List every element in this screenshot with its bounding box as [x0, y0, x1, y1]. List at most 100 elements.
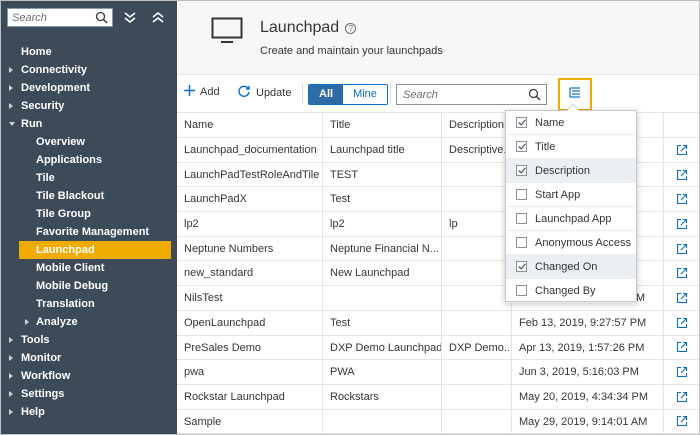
sidebar-item-analyze[interactable]: Analyze	[1, 313, 177, 331]
column-option-changed-by[interactable]: Changed By	[506, 279, 636, 303]
column-option-launchpad-app[interactable]: Launchpad App	[506, 207, 636, 231]
sidebar-item-run[interactable]: Run	[1, 115, 177, 133]
checkbox[interactable]	[516, 237, 527, 248]
open-external-icon[interactable]	[664, 237, 699, 261]
open-external-icon[interactable]	[664, 410, 699, 434]
table-cell: Sample	[177, 409, 323, 434]
open-external-icon[interactable]	[664, 336, 699, 360]
caret-down-icon[interactable]	[9, 122, 15, 126]
column-option-start-app[interactable]: Start App	[506, 183, 636, 207]
update-button[interactable]: Update	[237, 85, 291, 101]
table-row[interactable]: Rockstar Launchpad Rockstars May 20, 2019,…	[177, 384, 699, 410]
column-option-anonymous-access[interactable]: Anonymous Access	[506, 231, 636, 255]
caret-right-icon[interactable]	[9, 391, 13, 397]
open-external-icon[interactable]	[664, 360, 699, 384]
sidebar-item-overview[interactable]: Overview	[1, 133, 177, 151]
sidebar-item-development[interactable]: Development	[1, 79, 177, 97]
update-label: Update	[256, 87, 292, 99]
checkbox[interactable]	[516, 213, 527, 224]
column-option-title[interactable]: Title	[506, 135, 636, 159]
table-row[interactable]: OpenLaunchpad Test Feb 13, 2019, 9:27:57 P…	[177, 310, 699, 336]
table-cell: TEST	[323, 162, 442, 187]
table-cell	[442, 384, 512, 409]
sidebar-item-help[interactable]: Help	[1, 403, 177, 421]
sidebar-item-monitor[interactable]: Monitor	[1, 349, 177, 367]
sidebar-item-home[interactable]: Home	[1, 43, 177, 61]
table-cell: LaunchPadX	[177, 187, 323, 212]
column-option-name[interactable]: Name	[506, 111, 636, 135]
open-external-icon[interactable]	[664, 212, 699, 236]
table-cell: lp2	[323, 212, 442, 236]
table-cell: Launchpad_documentation	[177, 138, 323, 162]
column-option-changed-on[interactable]: Changed On	[506, 255, 636, 279]
sidebar-item-label: Tile	[36, 172, 55, 184]
caret-right-icon[interactable]	[9, 355, 13, 361]
open-external-icon[interactable]	[664, 385, 699, 409]
search-icon[interactable]	[94, 10, 110, 25]
checkbox[interactable]	[516, 117, 527, 128]
column-option-description[interactable]: Description	[506, 159, 636, 183]
filter-all-button[interactable]: All	[309, 85, 344, 104]
add-button[interactable]: Add	[184, 85, 220, 99]
sidebar-item-favorite-management[interactable]: Favorite Management	[1, 223, 177, 241]
sidebar-item-settings[interactable]: Settings	[1, 385, 177, 403]
caret-right-icon[interactable]	[9, 85, 13, 91]
checkbox[interactable]	[516, 141, 527, 152]
open-external-icon[interactable]	[664, 138, 699, 162]
sidebar-item-launchpad[interactable]: Launchpad	[19, 241, 171, 259]
sidebar-item-mobile-client[interactable]: Mobile Client	[1, 259, 177, 277]
sidebar-item-translation[interactable]: Translation	[1, 295, 177, 313]
table-cell: Jun 3, 2019, 5:16:03 PM	[512, 360, 664, 384]
column-header[interactable]: Name	[177, 113, 323, 137]
column-option-label: Launchpad App	[535, 212, 612, 225]
search-icon[interactable]	[528, 88, 542, 104]
sidebar-item-tile-blackout[interactable]: Tile Blackout	[1, 187, 177, 205]
caret-right-icon[interactable]	[25, 319, 29, 325]
sidebar-search-input[interactable]: Search	[7, 8, 113, 27]
table-cell: NilsTest	[177, 286, 323, 310]
column-option-label: Changed By	[535, 284, 596, 297]
sidebar-item-label: Tile Blackout	[36, 190, 105, 202]
sidebar-item-tile[interactable]: Tile	[1, 169, 177, 187]
sidebar-item-tile-group[interactable]: Tile Group	[1, 205, 177, 223]
sidebar-item-applications[interactable]: Applications	[1, 151, 177, 169]
caret-right-icon[interactable]	[9, 373, 13, 379]
table-row[interactable]: PreSales Demo DXP Demo Launchpad DXP Demo.…	[177, 335, 699, 361]
help-icon[interactable]: ?	[345, 22, 357, 34]
sidebar-item-label: Tile Group	[36, 208, 91, 220]
column-header[interactable]	[664, 113, 699, 137]
sidebar-item-label: Tools	[21, 334, 50, 346]
column-header[interactable]: Description	[442, 113, 512, 137]
checkbox[interactable]	[516, 165, 527, 176]
collapse-all-icon[interactable]	[119, 7, 141, 29]
caret-right-icon[interactable]	[9, 409, 13, 415]
table-cell: May 20, 2019, 4:34:34 PM	[512, 384, 664, 409]
checkbox[interactable]	[516, 285, 527, 296]
table-cell: DXP Demo...	[442, 335, 512, 360]
open-external-icon[interactable]	[664, 286, 699, 310]
plus-icon	[184, 85, 195, 99]
table-row[interactable]: Sample May 29, 2019, 9:14:01 AM	[177, 409, 699, 435]
filter-mine-button[interactable]: Mine	[343, 85, 387, 104]
open-external-icon[interactable]	[664, 261, 699, 285]
sidebar-item-security[interactable]: Security	[1, 97, 177, 115]
expand-all-icon[interactable]	[147, 7, 169, 29]
open-external-icon[interactable]	[664, 163, 699, 187]
table-search-input[interactable]: Search	[396, 84, 547, 105]
sidebar-item-tools[interactable]: Tools	[1, 331, 177, 349]
open-external-icon[interactable]	[664, 311, 699, 335]
caret-right-icon[interactable]	[9, 67, 13, 73]
open-external-icon[interactable]	[664, 187, 699, 211]
table-row[interactable]: pwa PWA Jun 3, 2019, 5:16:03 PM	[177, 360, 699, 385]
caret-right-icon[interactable]	[9, 337, 13, 343]
sidebar-item-connectivity[interactable]: Connectivity	[1, 61, 177, 79]
caret-right-icon[interactable]	[9, 103, 13, 109]
checkbox[interactable]	[516, 189, 527, 200]
column-option-label: Title	[535, 140, 556, 153]
checkbox[interactable]	[516, 261, 527, 272]
sidebar-item-mobile-debug[interactable]: Mobile Debug	[1, 277, 177, 295]
sidebar-item-workflow[interactable]: Workflow	[1, 367, 177, 385]
toolbar-divider	[390, 84, 391, 104]
table-cell: Launchpad title	[323, 138, 442, 162]
column-header[interactable]: Title	[323, 113, 442, 137]
